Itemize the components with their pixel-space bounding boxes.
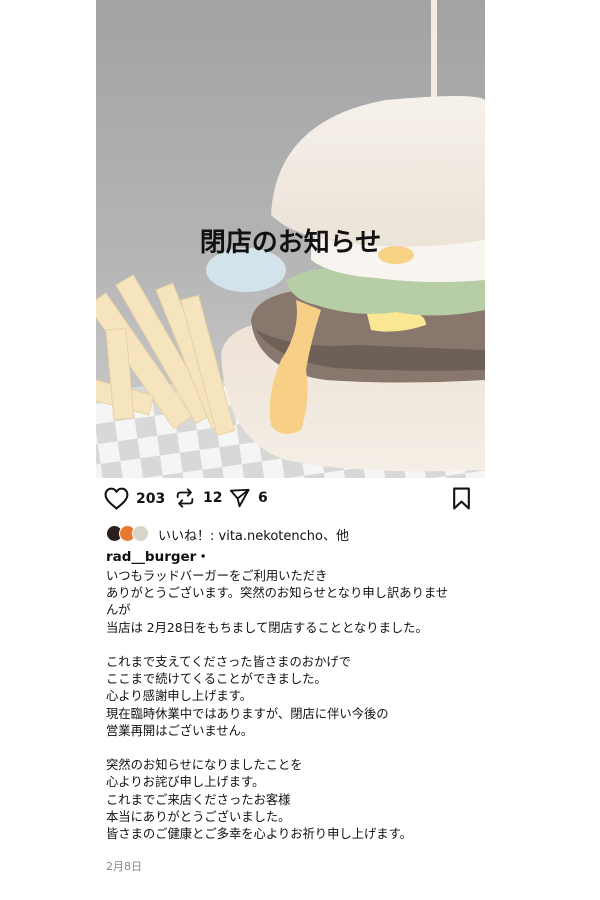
caption-line xyxy=(106,637,476,654)
send-icon xyxy=(229,488,250,508)
post-image[interactable]: 閉店のお知らせ xyxy=(96,0,485,478)
avatar xyxy=(132,525,149,542)
caption-line: 皆さまのご健康とご多幸を心よりお祈り申し上げます。 xyxy=(106,827,412,842)
caption-line: 現在臨時休業中ではありますが、閉店に伴い今後の xyxy=(106,706,389,721)
caption-line: ここまで続けてくることができました。 xyxy=(106,672,327,687)
post-action-bar: 203 12 6 xyxy=(104,487,476,515)
share-count: 6 xyxy=(258,490,268,506)
liked-by-row[interactable]: いいね！: vita.nekotencho、他 xyxy=(106,523,349,545)
caption-line: 心より感謝申し上げます。 xyxy=(106,689,253,704)
caption-line: これまでご来店くださったお客様 xyxy=(106,792,291,807)
bookmark-icon xyxy=(453,487,470,510)
caption-line: 突然のお知らせになりましたことを xyxy=(106,758,303,773)
repost-count: 12 xyxy=(203,490,223,506)
like-count: 203 xyxy=(136,490,166,507)
caption-line xyxy=(106,740,476,757)
post-caption: いつもラッドバーガーをご利用いただきありがとうございます。突然のお知らせとなり申… xyxy=(106,568,476,843)
caption-line: 当店は 2月28日をもちまして閉店することとなりました。 xyxy=(106,620,428,635)
repost-icon xyxy=(176,488,194,508)
heart-icon xyxy=(104,487,129,510)
caption-line: 心よりお詫び申し上げます。 xyxy=(106,775,265,790)
liker-avatars xyxy=(106,523,156,545)
caption-line: いつもラッドバーガーをご利用いただき xyxy=(106,569,328,583)
like-button[interactable]: 203 xyxy=(104,487,165,510)
image-overlay-title: 閉店のお知らせ xyxy=(199,228,382,258)
caption-line: 本当にありがとうございました。 xyxy=(106,809,291,824)
post-username[interactable]: rad__burger・ xyxy=(106,545,210,565)
caption-line: 営業再開はございません。 xyxy=(106,723,254,738)
caption-line: ありがとうございます。突然のお知らせとなり申し訳ありませ xyxy=(106,586,449,601)
post-date: 2月8日 xyxy=(106,860,142,873)
share-button[interactable]: 6 xyxy=(228,487,268,509)
caption-line: これまで支えてくださった皆さまのおかげで xyxy=(106,655,351,669)
save-button[interactable] xyxy=(452,487,471,510)
repost-button[interactable]: 12 xyxy=(174,487,222,509)
liked-by-text[interactable]: いいね！: vita.nekotencho、他 xyxy=(158,525,349,544)
caption-line: んが xyxy=(106,603,131,618)
